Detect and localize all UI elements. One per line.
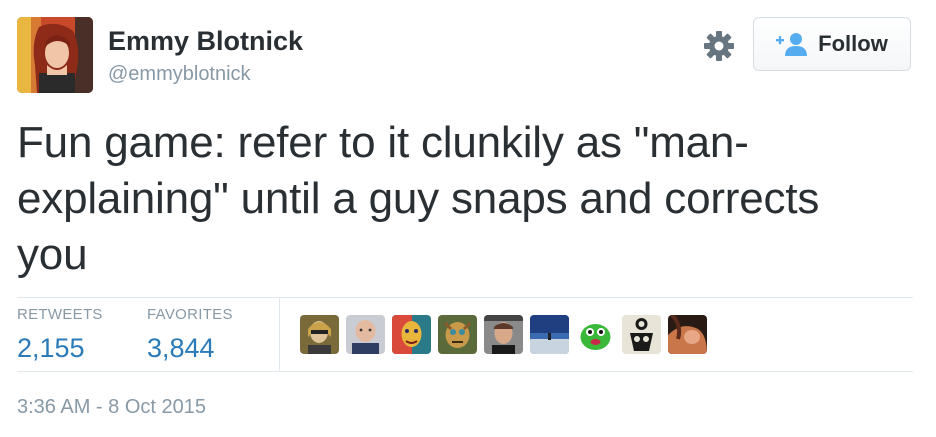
favoriter-avatar-5[interactable] xyxy=(484,315,523,354)
add-user-icon xyxy=(776,33,808,56)
favoriter-avatar-6[interactable] xyxy=(530,315,569,354)
display-name[interactable]: Emmy Blotnick xyxy=(108,24,303,58)
favoriter-avatar-3[interactable] xyxy=(392,315,431,354)
tweet-text-line: explaining" until a guy snaps and correc… xyxy=(17,174,820,223)
tweet-text-line: you xyxy=(17,230,88,279)
tweet-text-line: Fun game: refer to it clunkily as "man- xyxy=(17,118,749,167)
favoriter-avatar-7[interactable] xyxy=(576,315,615,354)
retweets-count: 2,155 xyxy=(17,333,85,363)
tweet-card: Emmy Blotnick @emmyblotnick Follow Fun g… xyxy=(0,0,936,437)
screen-name[interactable]: @emmyblotnick xyxy=(108,62,251,86)
favoriter-avatar-2[interactable] xyxy=(346,315,385,354)
favorites-count: 3,844 xyxy=(147,333,215,363)
stats-divider xyxy=(279,298,280,372)
user-avatar[interactable] xyxy=(17,17,93,93)
favorites-stat[interactable]: FAVORITES 3,844 xyxy=(147,306,233,366)
follow-button[interactable]: Follow xyxy=(753,17,911,71)
tweet-timestamp[interactable]: 3:36 AM - 8 Oct 2015 xyxy=(17,395,206,419)
favoriter-avatar-4[interactable] xyxy=(438,315,477,354)
favorites-label: FAVORITES xyxy=(147,306,233,323)
favoriter-avatar-9[interactable] xyxy=(668,315,707,354)
favoriter-avatar-1[interactable] xyxy=(300,315,339,354)
tweet-stats: RETWEETS 2,155 FAVORITES 3,844 xyxy=(17,298,913,372)
follow-label: Follow xyxy=(818,31,888,56)
retweets-label: RETWEETS xyxy=(17,306,103,323)
tweet-text: Fun game: refer to it clunkily as "man- … xyxy=(17,115,917,283)
stats-bottom-divider xyxy=(17,371,913,372)
retweets-stat[interactable]: RETWEETS 2,155 xyxy=(17,306,103,366)
favoriter-avatar-8[interactable] xyxy=(622,315,661,354)
gear-icon[interactable] xyxy=(702,29,736,63)
